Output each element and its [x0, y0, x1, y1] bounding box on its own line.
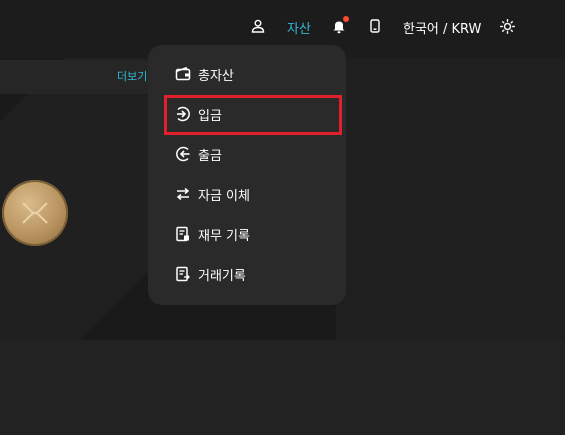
finance-record-icon — [176, 226, 189, 242]
menu-item-transfer[interactable]: 자금 이체 — [148, 174, 346, 214]
language-currency-label: 한국어 / KRW — [403, 22, 482, 37]
account-button[interactable] — [251, 19, 265, 33]
trade-record-icon — [176, 266, 190, 282]
notification-dot — [343, 16, 349, 22]
menu-item-label: 거래기록 — [198, 269, 246, 284]
menu-item-label: 자금 이체 — [198, 189, 250, 204]
menu-item-total-assets[interactable]: 총자산 — [148, 54, 346, 94]
more-link[interactable]: 더보기 — [117, 68, 147, 84]
content-area — [0, 340, 565, 435]
phone-icon — [370, 19, 380, 33]
theme-toggle[interactable] — [500, 19, 515, 34]
transfer-icon — [176, 187, 190, 201]
wallet-icon — [175, 66, 191, 81]
language-currency-selector[interactable]: 한국어 / KRW — [403, 18, 481, 37]
nav-assets[interactable]: 자산 — [287, 18, 311, 37]
withdraw-icon — [176, 146, 190, 162]
xrp-logo-icon — [22, 202, 48, 224]
menu-item-label: 재무 기록 — [198, 229, 250, 244]
menu-item-trade-history[interactable]: 거래기록 — [148, 254, 346, 294]
menu-item-label: 총자산 — [198, 69, 234, 84]
highlight-box — [164, 95, 342, 135]
user-icon — [251, 19, 265, 33]
sun-icon — [500, 19, 515, 34]
notifications-button[interactable] — [332, 16, 349, 34]
assets-dropdown-menu: 총자산 입금 출금 자금 이체 재무 기록 거래기록 — [148, 45, 346, 305]
xrp-coin-image — [2, 180, 68, 246]
menu-item-withdraw[interactable]: 출금 — [148, 134, 346, 174]
nav-assets-label: 자산 — [287, 22, 311, 37]
menu-item-finance-records[interactable]: 재무 기록 — [148, 214, 346, 254]
mobile-app-button[interactable] — [370, 19, 380, 33]
menu-item-label: 출금 — [198, 149, 222, 164]
